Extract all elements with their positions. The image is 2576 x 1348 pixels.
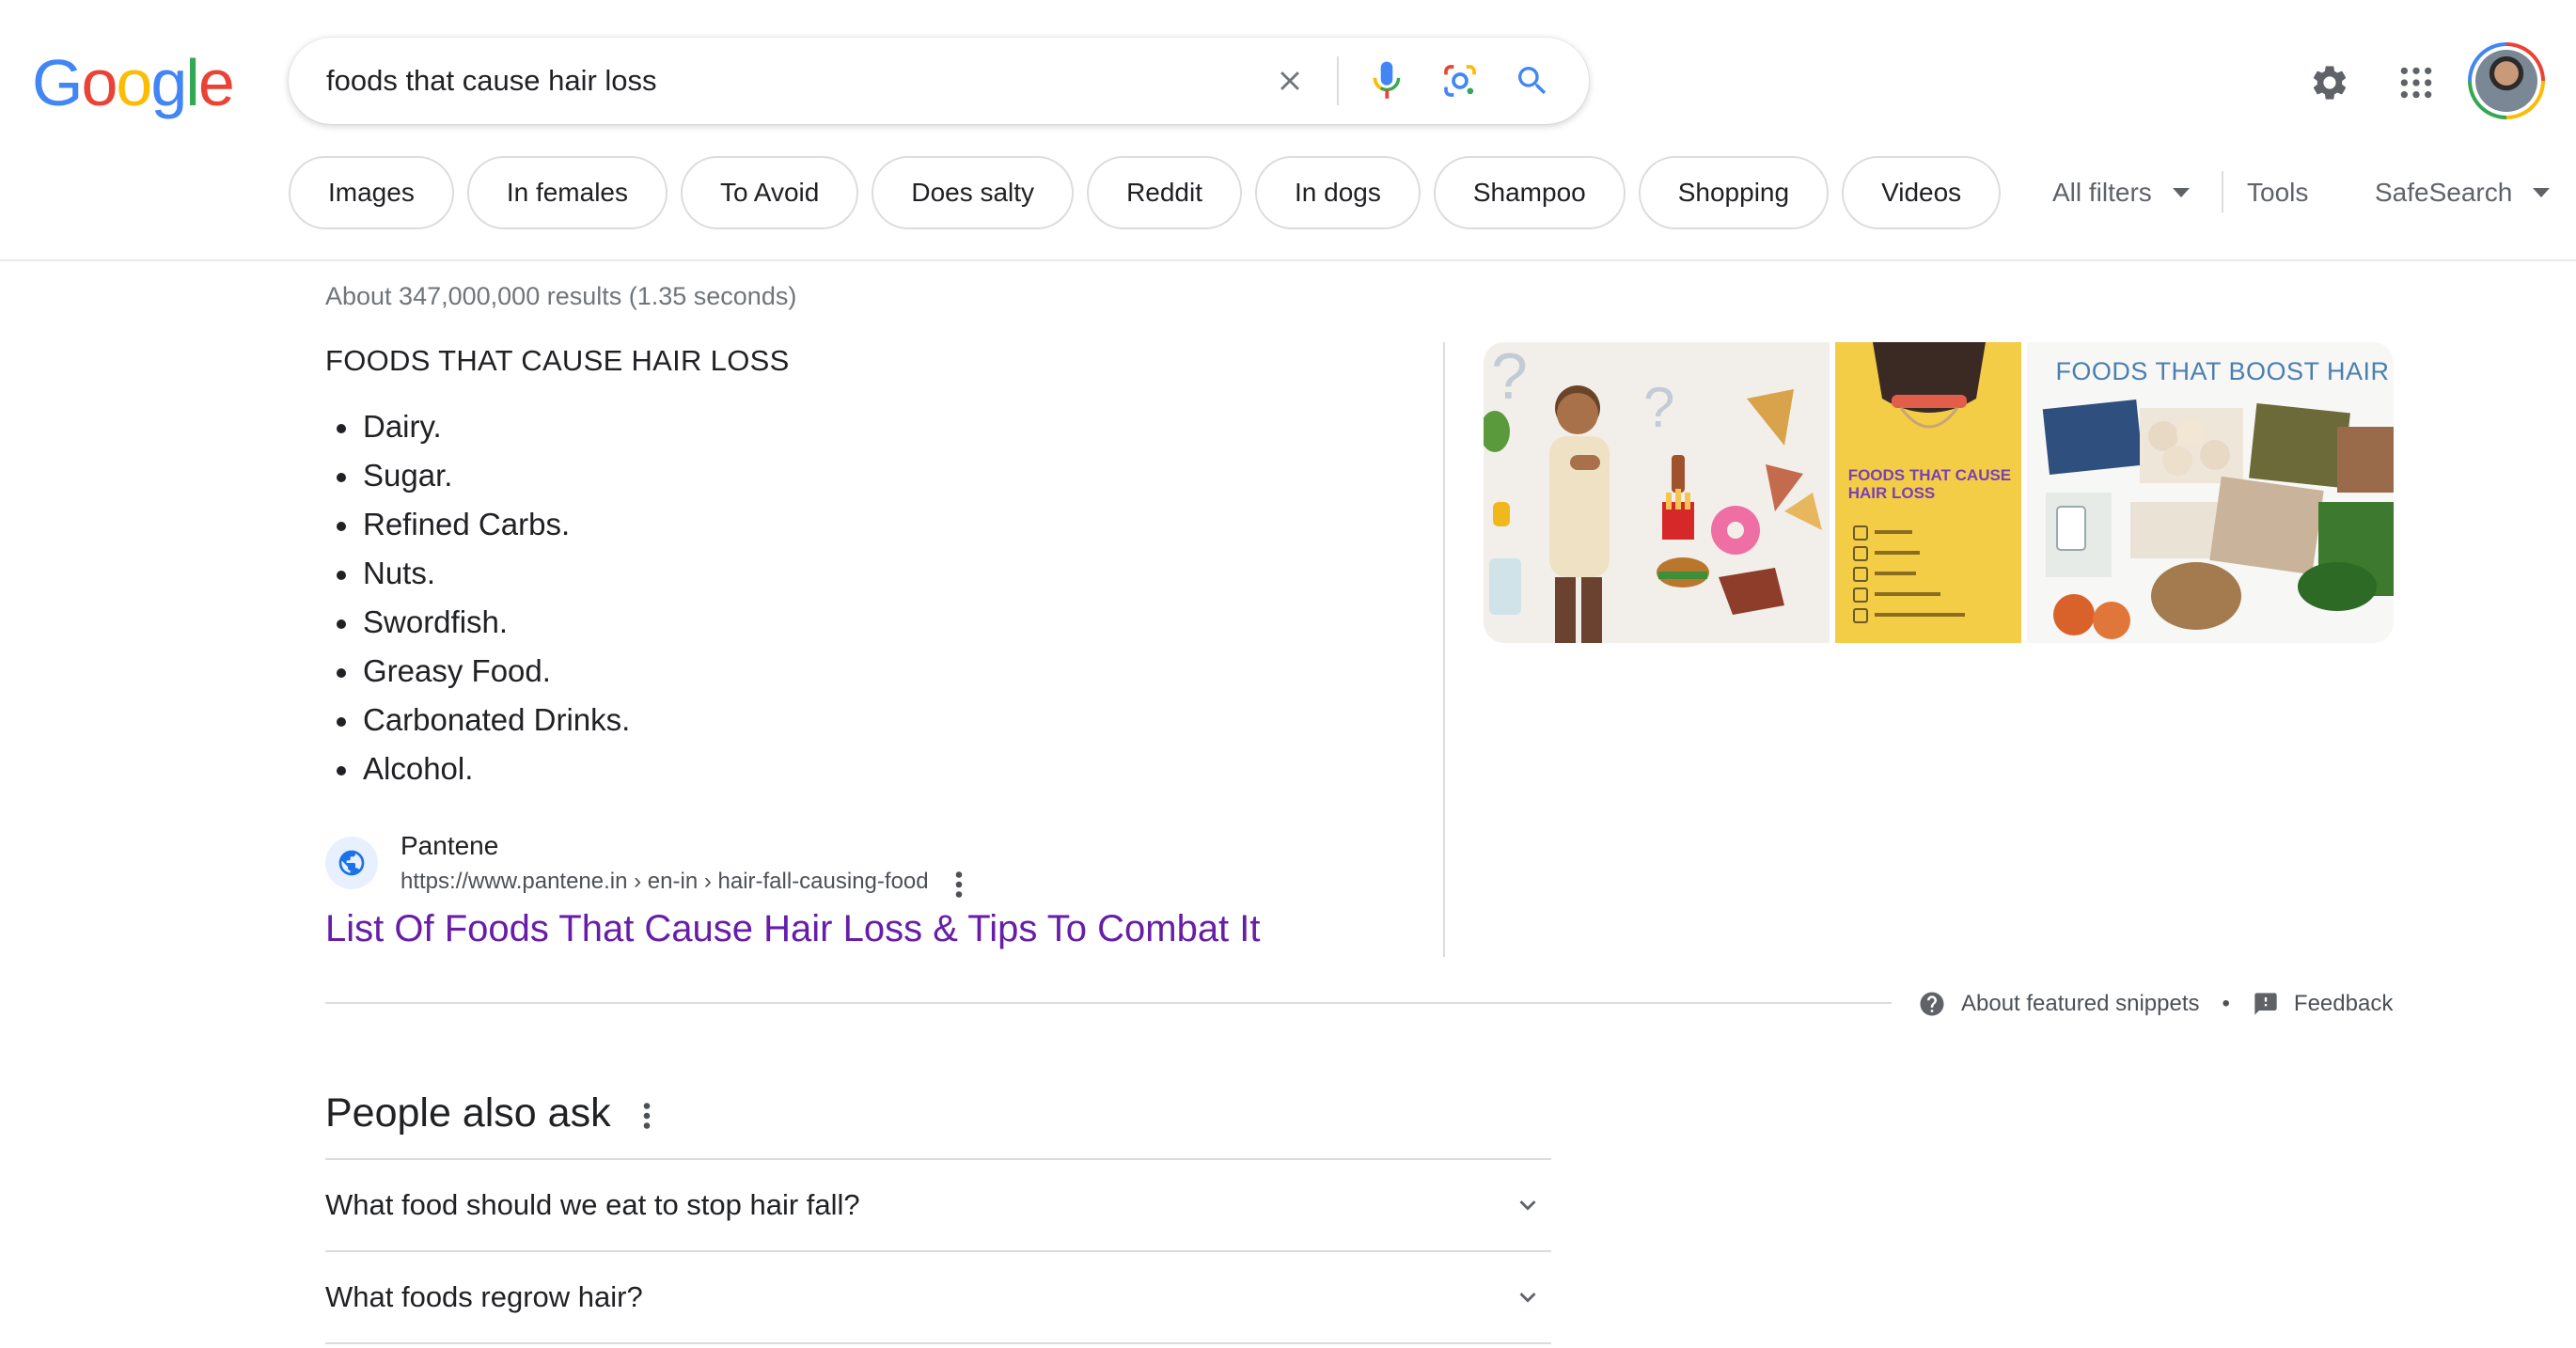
- snippet-image-food-collage[interactable]: FOODS THAT BOOST HAIR: [2027, 342, 2394, 643]
- svg-text:?: ?: [1643, 376, 1674, 439]
- globe-icon: [338, 850, 365, 876]
- result-title-link[interactable]: List Of Foods That Cause Hair Loss & Tip…: [325, 908, 1261, 950]
- google-apps-button[interactable]: [2390, 56, 2442, 109]
- snippet-list: Dairy. Sugar. Refined Carbs. Nuts. Sword…: [325, 402, 630, 793]
- people-also-ask-title: People also ask: [325, 1090, 611, 1136]
- chip-in-dogs[interactable]: In dogs: [1255, 156, 1421, 229]
- feedback-link[interactable]: Feedback: [2294, 991, 2393, 1017]
- site-favicon: [325, 837, 378, 889]
- chip-to-avoid[interactable]: To Avoid: [681, 156, 859, 229]
- snippet-image-infographic[interactable]: FOODS THAT CAUSE HAIR LOSS: [1834, 342, 2022, 643]
- food-collage-illustration: [2043, 399, 2394, 639]
- feedback-icon: [2254, 993, 2277, 1015]
- footer-separator: •: [2222, 991, 2230, 1016]
- snippet-heading: FOODS THAT CAUSE HAIR LOSS: [325, 344, 790, 377]
- tools-divider: [2222, 171, 2223, 212]
- logo-letter: G: [32, 46, 83, 119]
- microphone-icon: [1373, 61, 1401, 99]
- settings-button[interactable]: [2303, 56, 2356, 109]
- chip-shopping[interactable]: Shopping: [1638, 156, 1830, 229]
- list-item: Greasy Food.: [325, 647, 630, 696]
- result-options-button[interactable]: [953, 870, 965, 903]
- voice-search-button[interactable]: [1360, 38, 1413, 124]
- chip-in-females[interactable]: In females: [466, 156, 668, 229]
- site-name: Pantene: [401, 831, 499, 860]
- list-item: Swordfish.: [325, 598, 630, 647]
- paa-divider: [325, 1342, 1551, 1344]
- safesearch-button[interactable]: SafeSearch: [2375, 156, 2551, 229]
- clear-search-button[interactable]: [1266, 38, 1313, 124]
- help-icon: [1920, 992, 1944, 1016]
- paa-question-text: What foods regrow hair?: [325, 1280, 643, 1313]
- list-item: Refined Carbs.: [325, 500, 630, 549]
- google-logo[interactable]: Google: [32, 45, 235, 120]
- list-item: Carbonated Drinks.: [325, 696, 630, 745]
- filter-chips: Images In females To Avoid Does salty Re…: [289, 156, 2002, 229]
- infographic-title: FOODS THAT CAUSE HAIR LOSS: [1847, 466, 2012, 502]
- account-avatar[interactable]: [2468, 42, 2545, 119]
- all-filters-button[interactable]: All filters: [2052, 156, 2190, 229]
- tools-button[interactable]: Tools: [2247, 156, 2308, 229]
- search-input[interactable]: foods that cause hair loss: [326, 38, 657, 124]
- logo-letter: o: [116, 46, 152, 119]
- apps-grid-icon: [2400, 67, 2432, 99]
- tools-label: Tools: [2247, 178, 2309, 207]
- camera-lens-icon: [1444, 65, 1476, 97]
- more-vert-icon: [643, 1103, 651, 1129]
- thinking-man-illustration: ? ?: [1484, 342, 1822, 643]
- logo-letter: e: [197, 46, 235, 119]
- snippet-divider: [325, 1002, 1892, 1004]
- search-button[interactable]: [1506, 38, 1559, 124]
- site-url: https://www.pantene.in › en-in › hair-fa…: [401, 869, 929, 894]
- avatar-frame: [2472, 46, 2541, 116]
- search-icon: [1518, 67, 1547, 95]
- result-stats: About 347,000,000 results (1.35 seconds): [325, 282, 797, 310]
- snippet-footer: About featured snippets • Feedback: [1918, 985, 2393, 1023]
- lens-search-button[interactable]: [1434, 38, 1486, 124]
- chip-reddit[interactable]: Reddit: [1087, 156, 1242, 229]
- gear-icon: [2313, 66, 2347, 100]
- snippet-column-divider: [1443, 342, 1445, 957]
- chip-videos[interactable]: Videos: [1842, 156, 2002, 229]
- paa-question[interactable]: What food should we eat to stop hair fal…: [325, 1158, 1551, 1250]
- search-divider: [1337, 56, 1339, 105]
- svg-text:?: ?: [1491, 342, 1528, 413]
- safesearch-label: SafeSearch: [2375, 178, 2513, 207]
- list-item: Sugar.: [325, 451, 630, 500]
- chevron-down-icon: [2172, 188, 2190, 197]
- all-filters-label: All filters: [2052, 178, 2152, 207]
- logo-letter: l: [185, 46, 200, 119]
- list-item: Nuts.: [325, 549, 630, 598]
- logo-letter: o: [81, 46, 118, 119]
- list-item: Alcohol.: [325, 745, 630, 793]
- chip-shampoo[interactable]: Shampoo: [1433, 156, 1626, 229]
- more-vert-icon: [955, 871, 963, 898]
- header-divider: [0, 259, 2576, 261]
- snippet-images: ? ? FOODS THAT CAUSE HAIR LOSS FOODS THA…: [1484, 342, 2394, 643]
- logo-letter: g: [150, 46, 187, 119]
- paa-question[interactable]: What foods regrow hair?: [325, 1250, 1551, 1342]
- search-results-page: Google foods that cause hair loss Images…: [0, 0, 2576, 1348]
- paa-options-button[interactable]: [641, 1102, 652, 1135]
- chevron-down-icon: [1519, 1293, 1536, 1303]
- about-snippets-link[interactable]: About featured snippets: [1961, 991, 2200, 1017]
- chip-images[interactable]: Images: [289, 156, 454, 229]
- chevron-down-icon: [2533, 188, 2551, 197]
- chip-does-salty[interactable]: Does salty: [872, 156, 1075, 229]
- chevron-down-icon: [1519, 1200, 1536, 1211]
- avatar-photo: [2475, 50, 2537, 112]
- paa-question-text: What food should we eat to stop hair fal…: [325, 1188, 860, 1221]
- snippet-image-illustration[interactable]: ? ?: [1484, 342, 1830, 643]
- close-icon: [1280, 71, 1299, 90]
- search-box: foods that cause hair loss: [289, 38, 1589, 124]
- list-item: Dairy.: [325, 402, 630, 451]
